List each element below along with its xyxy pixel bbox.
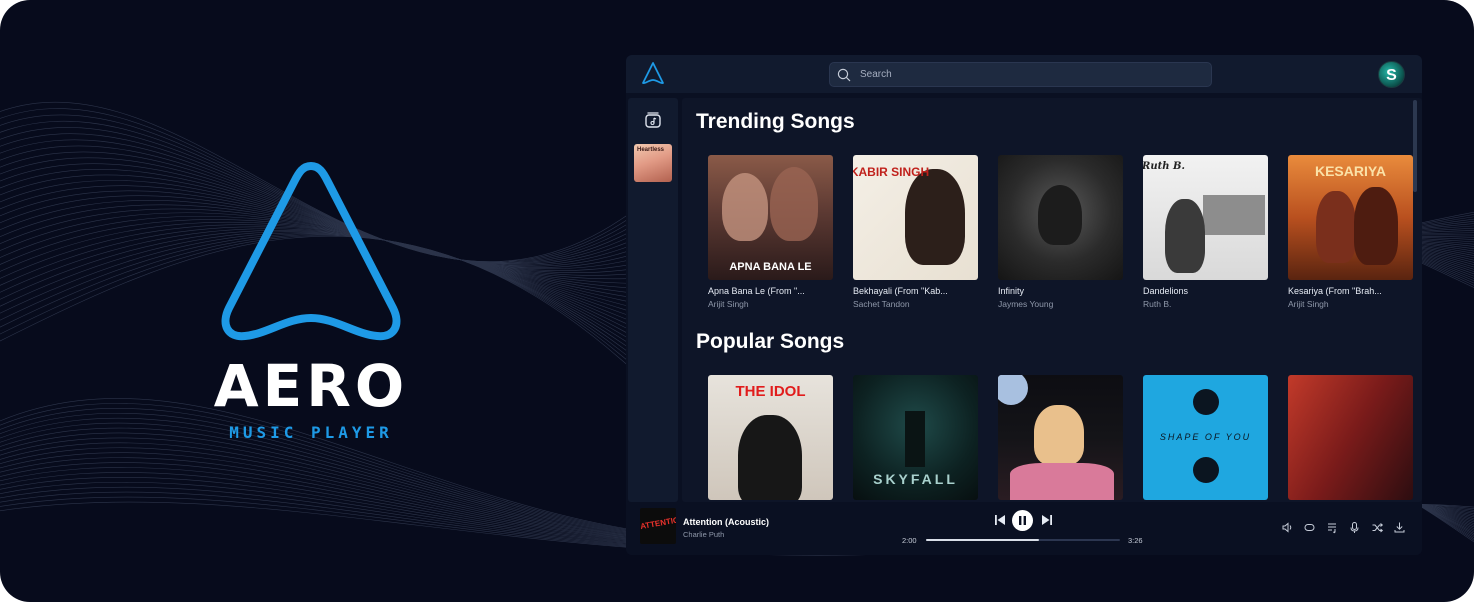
song-title: Bekhayali (From "Kab... <box>853 286 948 296</box>
sidebar-playlist-thumb[interactable]: Heartless <box>634 144 672 182</box>
user-avatar[interactable]: S <box>1378 61 1405 88</box>
music-library-icon[interactable] <box>643 110 663 130</box>
song-artist: Jaymes Young <box>998 299 1054 309</box>
search-icon <box>837 68 851 82</box>
previous-track-icon[interactable] <box>992 512 1008 528</box>
cover-text: SHAPE OF YOU <box>1159 432 1252 442</box>
now-playing-artist: Charlie Puth <box>683 530 725 539</box>
song-title: Dandelions <box>1143 286 1189 296</box>
song-artist: Arijit Singh <box>708 299 749 309</box>
progress-bar[interactable] <box>926 539 1120 541</box>
play-pause-button[interactable] <box>1012 510 1033 531</box>
album-cover: THE IDOL <box>708 375 833 500</box>
album-cover: SHAPE OF YOU <box>1143 375 1268 500</box>
now-playing-title: Attention (Acoustic) <box>683 517 769 527</box>
total-duration: 3:26 <box>1128 536 1143 545</box>
app-logo-icon[interactable] <box>640 61 666 87</box>
scrollbar[interactable] <box>1413 100 1417 192</box>
microphone-icon[interactable] <box>1348 521 1361 534</box>
showcase-frame: AERO MUSIC PLAYER Search S Heartless Tre… <box>0 0 1474 602</box>
now-playing-cover[interactable]: ATTENTION <box>640 508 676 544</box>
shuffle-icon[interactable] <box>1371 521 1384 534</box>
volume-icon[interactable] <box>1281 521 1294 534</box>
download-icon[interactable] <box>1393 521 1406 534</box>
album-cover: KABIR SINGH <box>853 155 978 280</box>
brand-title: AERO <box>213 352 409 420</box>
player-bar: ATTENTION Attention (Acoustic) Charlie P… <box>626 503 1422 555</box>
sidebar-thumb-text: Heartless <box>637 147 665 153</box>
album-cover: KESARIYA <box>1288 155 1413 280</box>
cover-text: KESARIYA <box>1314 163 1387 179</box>
song-artist: Ruth B. <box>1143 299 1172 309</box>
top-bar: Search S <box>626 55 1422 93</box>
brand-subtitle: MUSIC PLAYER <box>229 423 393 442</box>
now-playing-cover-text: ATTENTION <box>640 514 676 532</box>
progress-fill <box>926 539 1039 541</box>
search-input[interactable]: Search <box>829 62 1212 87</box>
song-title: Apna Bana Le (From "... <box>708 286 805 296</box>
popular-title: Popular Songs <box>696 330 845 353</box>
sidebar: Heartless <box>628 98 678 502</box>
cover-text: APNA BANA LE <box>729 261 812 273</box>
trending-title: Trending Songs <box>696 110 855 133</box>
loop-icon[interactable] <box>1303 521 1316 534</box>
album-cover <box>998 375 1123 500</box>
elapsed-time: 2:00 <box>902 536 917 545</box>
song-title: Infinity <box>998 286 1025 296</box>
cover-text: THE IDOL <box>735 383 806 400</box>
song-title: Kesariya (From "Brah... <box>1288 286 1382 296</box>
queue-icon[interactable] <box>1326 521 1339 534</box>
song-artist: Arijit Singh <box>1288 299 1329 309</box>
album-cover <box>998 155 1123 280</box>
album-cover: Ruth B. <box>1143 155 1268 280</box>
search-placeholder: Search <box>860 69 892 80</box>
cover-text: SKYFALL <box>873 471 958 487</box>
app-window: Search S Heartless Trending Songs APNA B… <box>626 55 1422 555</box>
album-cover: SKYFALL <box>853 375 978 500</box>
cover-text: KABIR SINGH <box>853 165 930 179</box>
song-artist: Sachet Tandon <box>853 299 910 309</box>
pause-icon <box>1019 516 1026 525</box>
album-cover: APNA BANA LE <box>708 155 833 280</box>
main-content: Trending Songs APNA BANA LE Apna Bana Le… <box>682 98 1422 502</box>
aero-logo-icon <box>221 162 401 341</box>
cover-text: Ruth B. <box>1143 161 1185 172</box>
album-cover <box>1288 375 1413 500</box>
next-track-icon[interactable] <box>1039 512 1055 528</box>
